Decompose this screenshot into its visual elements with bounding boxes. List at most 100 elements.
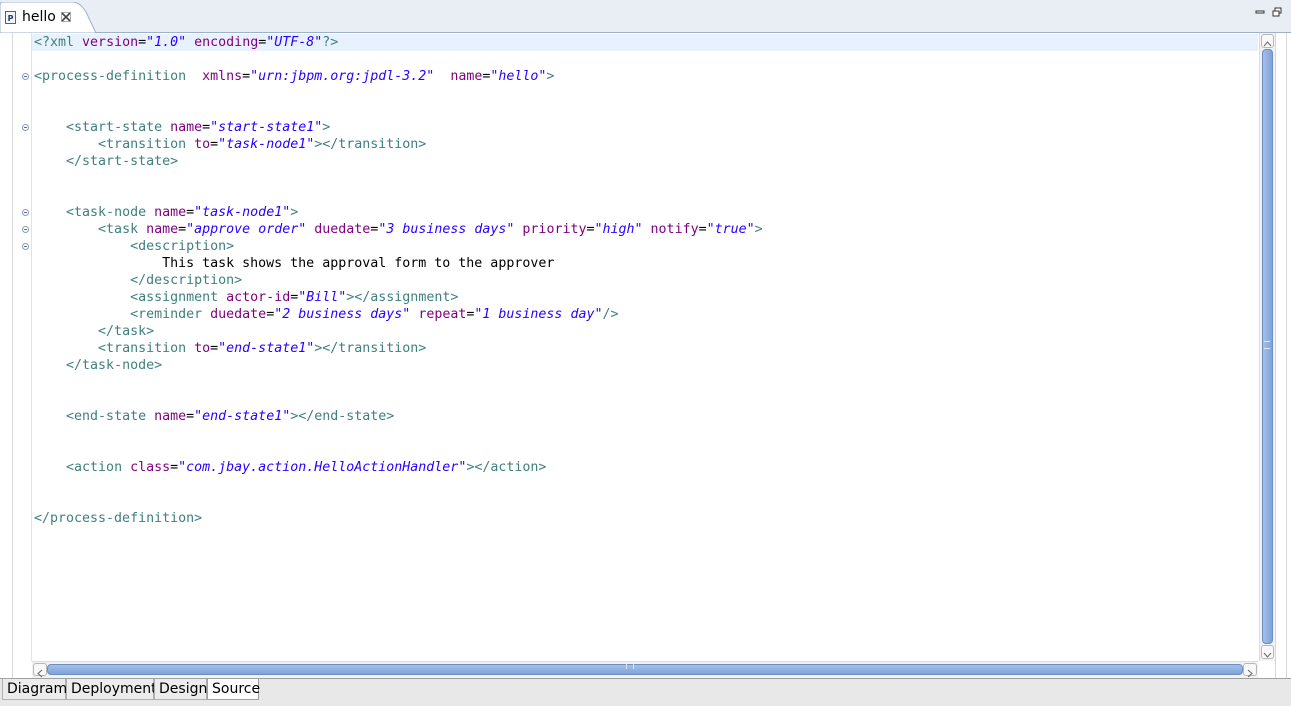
code-token: "task-node1" (218, 137, 315, 152)
code-token: = (138, 35, 147, 50)
code-token: <assignment (130, 290, 227, 305)
scroll-right-icon[interactable] (1243, 663, 1257, 678)
tab-deployment[interactable]: Deployment (66, 679, 157, 700)
vertical-scrollbar[interactable] (1259, 33, 1275, 661)
code-line[interactable]: <end-state name="end-state1"></end-state… (34, 408, 394, 425)
code-token: name (146, 222, 179, 237)
folding-ruler (13, 33, 32, 661)
code-line[interactable]: </description> (34, 272, 242, 289)
editor-border (1286, 33, 1287, 678)
code-token: "high" (594, 222, 643, 237)
code-token: to (194, 137, 211, 152)
code-token: notify (650, 222, 699, 237)
code-token: "end-state1" (218, 341, 315, 356)
code-token: ></assignment> (346, 290, 459, 305)
code-token: ></transition> (314, 137, 427, 152)
code-token: "1.0" (146, 35, 187, 50)
code-token: <description> (130, 239, 235, 254)
fold-collapse-icon[interactable] (22, 226, 29, 233)
scroll-up-icon[interactable] (1261, 34, 1274, 48)
code-token: > (546, 69, 555, 84)
code-token: This task shows the approval form to the… (34, 256, 555, 271)
code-token: = (698, 222, 707, 237)
code-token: class (130, 460, 171, 475)
tab-diagram[interactable]: Diagram (2, 679, 67, 700)
tab-title: hello (22, 9, 56, 25)
code-token: <transition (98, 341, 195, 356)
code-token: <task-node (66, 205, 155, 220)
scroll-grip-icon (1264, 341, 1270, 349)
code-line[interactable]: This task shows the approval form to the… (34, 255, 554, 272)
code-line[interactable]: </process-definition> (34, 510, 202, 527)
code-line[interactable]: <start-state name="start-state1"> (34, 119, 330, 136)
code-token: "urn:jbpm.org:jpdl-3.2" (250, 69, 435, 84)
code-token: name (170, 120, 203, 135)
code-token: <process-definition (34, 69, 203, 84)
scroll-left-icon[interactable] (33, 663, 47, 678)
code-token: ></action> (466, 460, 547, 475)
editor-page-tabs: Diagram Deployment Design Source (0, 678, 1291, 706)
tab-source[interactable]: Source (207, 679, 260, 700)
code-token: > (754, 222, 763, 237)
code-token: priority (522, 222, 587, 237)
code-line[interactable]: <?xml version="1.0" encoding="UTF-8"?> (34, 34, 338, 51)
code-line[interactable]: </task-node> (34, 357, 162, 374)
code-token: </start-state> (66, 154, 179, 169)
code-token: "3 business days" (378, 222, 515, 237)
code-line[interactable]: <transition to="task-node1"></transition… (34, 136, 426, 153)
code-line[interactable]: <action class="com.jbay.action.HelloActi… (34, 459, 546, 476)
code-token: ></end-state> (290, 409, 395, 424)
tab-design[interactable]: Design (154, 679, 207, 700)
code-line[interactable]: <description> (34, 238, 234, 255)
code-token: = (202, 120, 211, 135)
code-line[interactable]: <task-node name="task-node1"> (34, 204, 298, 221)
code-token: encoding (194, 35, 259, 50)
code-line[interactable]: <process-definition xmlns="urn:jbpm.org:… (34, 68, 554, 85)
code-line[interactable]: <reminder duedate="2 business days" repe… (34, 306, 618, 323)
fold-collapse-icon[interactable] (22, 124, 29, 131)
code-token: name (154, 409, 187, 424)
xml-source-editor[interactable]: <?xml version="1.0" encoding="UTF-8"?> <p… (12, 33, 1276, 678)
minimize-icon[interactable] (1255, 7, 1265, 17)
code-line[interactable]: <task name="approve order" duedate="3 bu… (34, 221, 763, 238)
code-token: to (194, 341, 211, 356)
code-token: </description> (130, 273, 243, 288)
code-token: "approve order" (186, 222, 307, 237)
code-token: "end-state1" (194, 409, 291, 424)
fold-collapse-icon[interactable] (22, 209, 29, 216)
code-token: xmlns (202, 69, 243, 84)
code-token: "2 business days" (274, 307, 411, 322)
scroll-down-icon[interactable] (1261, 645, 1274, 659)
code-token: = (210, 137, 219, 152)
code-line[interactable]: </start-state> (34, 153, 178, 170)
code-token: = (186, 409, 195, 424)
code-token: "com.jbay.action.HelloActionHandler" (178, 460, 467, 475)
horizontal-scroll-thumb[interactable] (47, 664, 1243, 675)
code-area[interactable]: <?xml version="1.0" encoding="UTF-8"?> <p… (34, 34, 1254, 661)
code-token: = (242, 69, 251, 84)
code-token: ></transition> (314, 341, 427, 356)
maximize-icon[interactable] (1272, 7, 1282, 17)
code-token: = (210, 341, 219, 356)
code-line[interactable]: <assignment actor-id="Bill"></assignment… (34, 289, 458, 306)
code-token: "UTF-8" (266, 35, 323, 50)
horizontal-scrollbar[interactable] (32, 661, 1258, 678)
close-icon[interactable] (61, 12, 71, 22)
code-token: <reminder (130, 307, 211, 322)
code-line[interactable]: </task> (34, 323, 154, 340)
code-token: "start-state1" (210, 120, 323, 135)
code-token: > (290, 205, 299, 220)
code-line[interactable]: <transition to="end-state1"></transition… (34, 340, 426, 357)
code-token: <start-state (66, 120, 171, 135)
editor-tab-hello[interactable]: P hello (0, 2, 98, 33)
fold-collapse-icon[interactable] (22, 243, 29, 250)
code-token: duedate (210, 307, 267, 322)
fold-collapse-icon[interactable] (22, 73, 29, 80)
